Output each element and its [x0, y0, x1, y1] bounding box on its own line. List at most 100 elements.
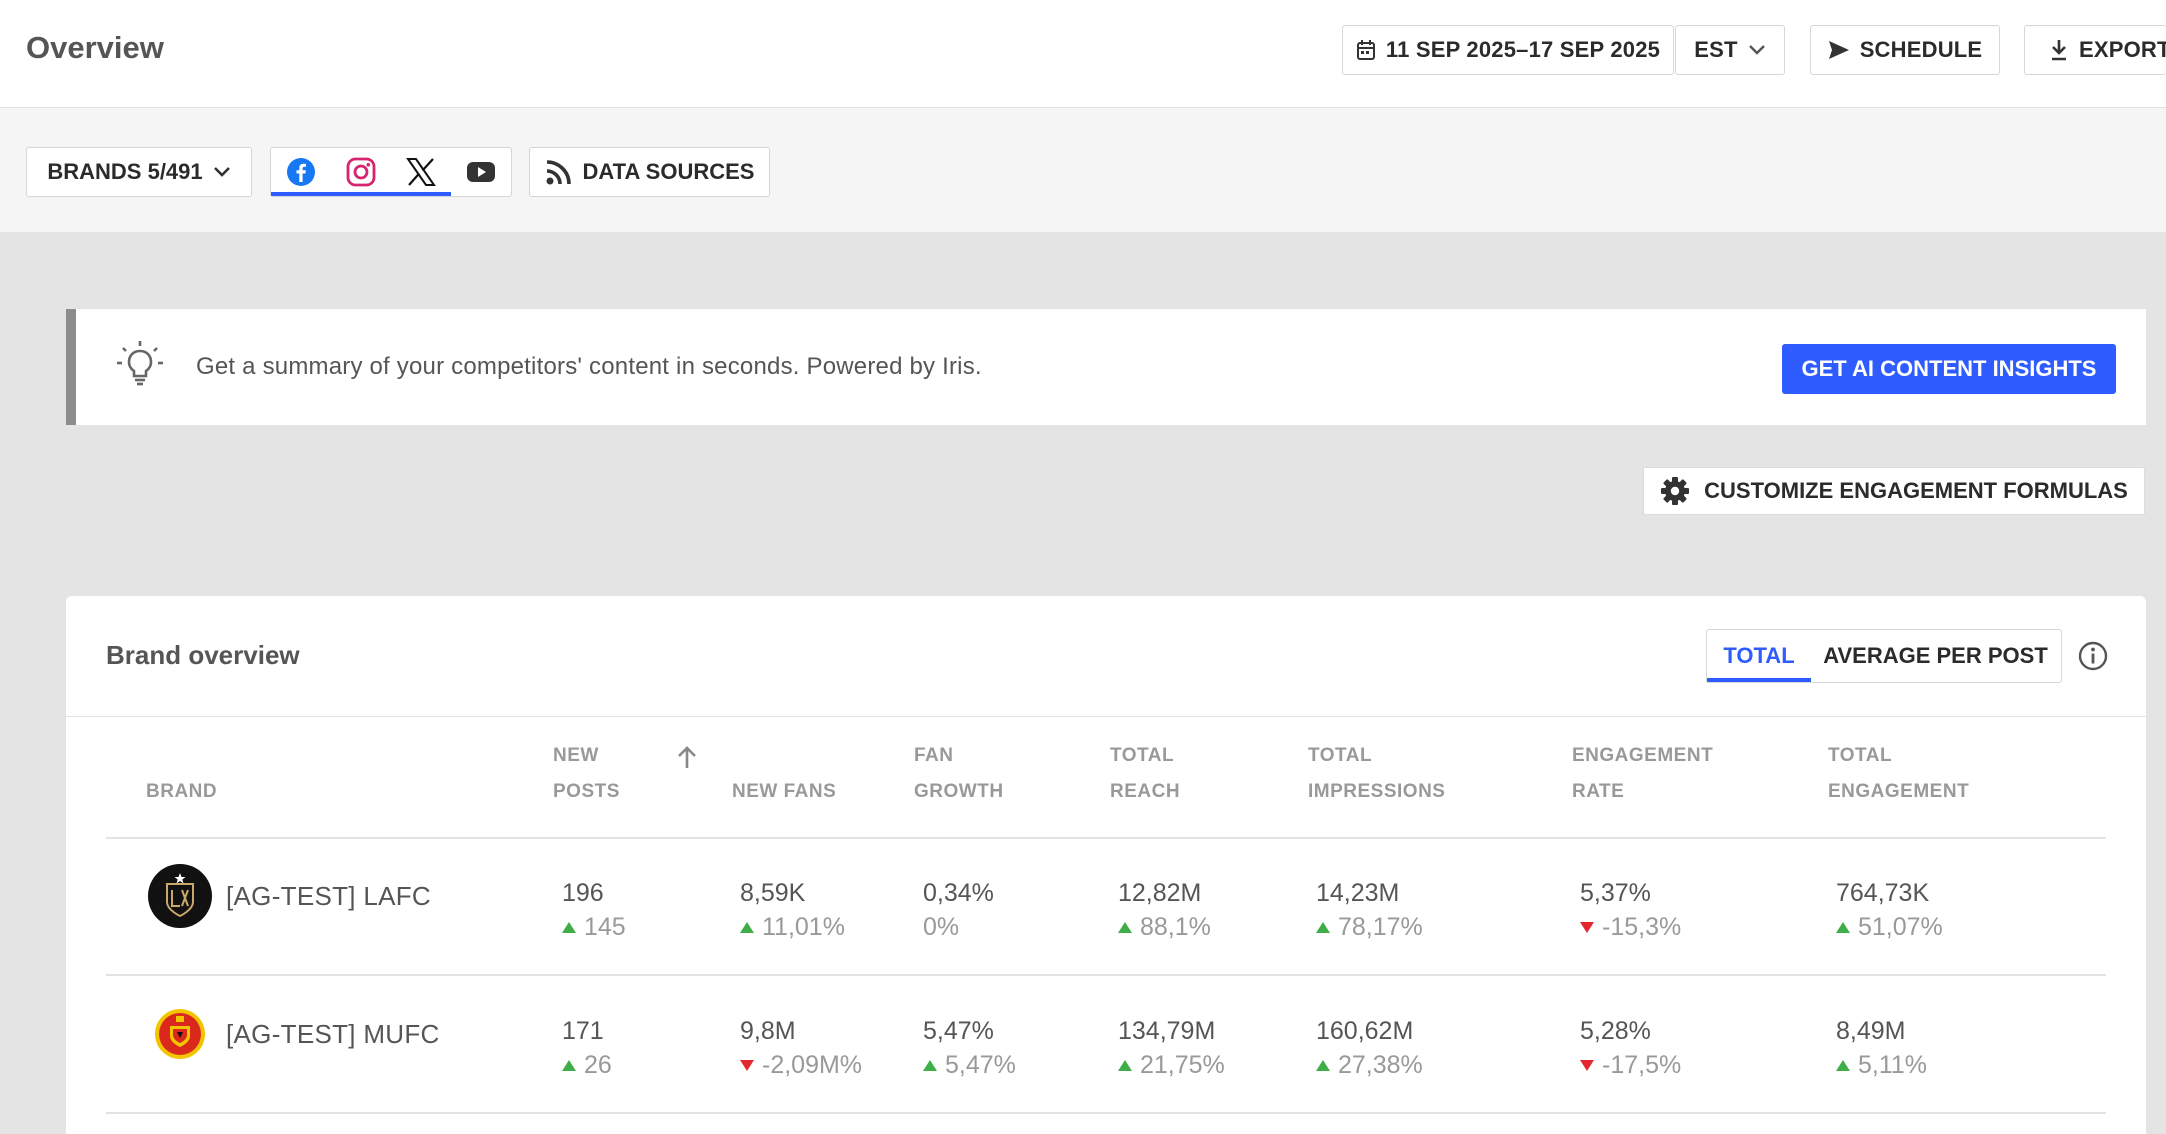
- engagement-rate-cell: 5,28% -17,5%: [1580, 1014, 1681, 1082]
- brand-cell: [AG-TEST] LAFC: [148, 864, 431, 928]
- col-total-impressions-line2[interactable]: IMPRESSIONS: [1308, 774, 1445, 810]
- delta-text: 51,07%: [1858, 913, 1943, 941]
- schedule-button[interactable]: SCHEDULE: [1810, 25, 2000, 75]
- card-header: Brand overview TOTAL AVERAGE PER POST: [66, 596, 2146, 717]
- col-brand[interactable]: BRAND: [146, 774, 217, 810]
- brand-name: [AG-TEST] LAFC: [226, 880, 432, 911]
- download-icon: [2052, 40, 2066, 61]
- new-posts-cell: 171 26: [562, 1014, 612, 1082]
- header-divider: [106, 837, 2106, 839]
- total-engagement-cell: 764,73K 51,07%: [1836, 876, 1943, 944]
- trend-up-icon: [1836, 1059, 1850, 1071]
- delta-text: 145: [584, 913, 626, 941]
- col-total-engagement-line2[interactable]: ENGAGEMENT: [1828, 774, 1969, 810]
- trend-up-icon: [1118, 921, 1132, 933]
- trend-up-icon: [1836, 921, 1850, 933]
- col-total-reach-line2[interactable]: REACH: [1110, 774, 1180, 810]
- delta-text: 26: [584, 1051, 612, 1079]
- delta-text: 5,47%: [945, 1051, 1016, 1079]
- trend-up-icon: [1118, 1059, 1132, 1071]
- new-fans-cell: 8,59K 11,01%: [740, 876, 845, 944]
- delta-text: -15,3%: [1602, 913, 1682, 941]
- trend-up-icon: [1316, 1059, 1330, 1071]
- col-total-reach-line1[interactable]: TOTAL: [1110, 738, 1174, 774]
- total-engagement-delta: 51,07%: [1836, 910, 1943, 944]
- new-fans-delta: 11,01%: [740, 910, 845, 944]
- total-impressions-cell: 160,62M 27,38%: [1316, 1014, 1423, 1082]
- youtube-button[interactable]: [451, 148, 511, 195]
- total-impressions-delta: 78,17%: [1316, 910, 1423, 944]
- col-new-posts-line1[interactable]: NEW: [553, 738, 599, 774]
- calendar-icon: [1356, 40, 1375, 60]
- col-new-fans[interactable]: NEW FANS: [732, 774, 836, 810]
- new-posts-value: 171: [562, 1017, 604, 1045]
- new-fans-value: 9,8M: [740, 1017, 796, 1045]
- new-posts-delta: 26: [562, 1048, 612, 1082]
- col-new-posts-line2[interactable]: POSTS: [553, 774, 620, 810]
- trend-down-icon: [1580, 921, 1594, 933]
- delta-text: -2,09M%: [762, 1051, 863, 1079]
- instagram-icon: [346, 157, 376, 186]
- trend-up-icon: [562, 1059, 576, 1071]
- rss-icon: [546, 160, 571, 185]
- tab-average-per-post[interactable]: AVERAGE PER POST: [1811, 630, 2060, 682]
- x-icon: [406, 157, 436, 186]
- total-impressions-delta: 27,38%: [1316, 1048, 1423, 1082]
- ai-insights-banner: Get a summary of your competitors' conte…: [66, 309, 2146, 425]
- facebook-icon: [287, 157, 315, 186]
- customize-formulas-button[interactable]: CUSTOMIZE ENGAGEMENT FORMULAS: [1643, 467, 2145, 515]
- instagram-button[interactable]: [331, 148, 391, 195]
- date-range-button[interactable]: 11 SEP 2025–17 SEP 2025: [1342, 25, 1674, 75]
- new-posts-value: 196: [562, 879, 604, 907]
- get-ai-insights-button[interactable]: GET AI CONTENT INSIGHTS: [1782, 344, 2116, 394]
- delta-text: 0%: [923, 913, 960, 941]
- trend-up-icon: [1316, 921, 1330, 933]
- total-engagement-cell: 8,49M 5,11%: [1836, 1014, 1927, 1082]
- total-impressions-value: 160,62M: [1316, 1017, 1414, 1045]
- page-title: Overview: [26, 30, 164, 65]
- brand-overview-card: Brand overview TOTAL AVERAGE PER POST BR…: [66, 596, 2146, 1134]
- col-total-impressions-line1[interactable]: TOTAL: [1308, 738, 1372, 774]
- total-engagement-delta: 5,11%: [1836, 1048, 1927, 1082]
- delta-text: 78,17%: [1338, 913, 1423, 941]
- x-button[interactable]: [391, 148, 451, 195]
- send-icon: [1828, 41, 1849, 59]
- new-fans-value: 8,59K: [740, 879, 806, 907]
- chevron-down-icon: [1748, 45, 1765, 55]
- data-sources-button[interactable]: DATA SOURCES: [529, 147, 770, 197]
- new-posts-delta: 145: [562, 910, 626, 944]
- new-fans-delta: -2,09M%: [740, 1048, 862, 1082]
- col-engagement-rate-line1[interactable]: ENGAGEMENT: [1572, 738, 1713, 774]
- total-reach-value: 12,82M: [1118, 879, 1202, 907]
- trend-up-icon: [923, 1059, 937, 1071]
- tab-total[interactable]: TOTAL: [1707, 630, 1811, 682]
- engagement-rate-cell: 5,37% -15,3%: [1580, 876, 1681, 944]
- col-total-engagement-line1[interactable]: TOTAL: [1828, 738, 1892, 774]
- fan-growth-value: 5,47%: [923, 1017, 994, 1045]
- col-engagement-rate-line2[interactable]: RATE: [1572, 774, 1624, 810]
- engagement-rate-delta: -15,3%: [1580, 910, 1681, 944]
- total-reach-delta: 21,75%: [1118, 1048, 1225, 1082]
- chevron-down-icon: [213, 167, 230, 177]
- timezone-select[interactable]: EST: [1675, 25, 1785, 75]
- brand-cell: [AG-TEST] MUFC: [148, 1002, 440, 1066]
- data-sources-label: DATA SOURCES: [582, 159, 755, 184]
- row-divider: [106, 1112, 2106, 1114]
- metric-mode-toggle: TOTAL AVERAGE PER POST: [1706, 629, 2062, 683]
- trend-down-icon: [740, 1059, 754, 1071]
- info-icon[interactable]: [2078, 641, 2108, 671]
- export-button[interactable]: EXPORT: [2024, 25, 2166, 75]
- brand-name: [AG-TEST] MUFC: [226, 1018, 440, 1049]
- trend-up-icon: [740, 921, 754, 933]
- brands-dropdown[interactable]: BRANDS 5/491: [26, 147, 252, 197]
- col-fan-growth-line2[interactable]: GROWTH: [914, 774, 1004, 810]
- sort-ascending-icon[interactable]: [676, 746, 698, 770]
- network-selector: [270, 147, 512, 197]
- trend-down-icon: [1580, 1059, 1594, 1071]
- facebook-button[interactable]: [271, 148, 331, 195]
- new-fans-cell: 9,8M -2,09M%: [740, 1014, 862, 1082]
- card-title: Brand overview: [106, 640, 300, 670]
- col-fan-growth-line1[interactable]: FAN: [914, 738, 954, 774]
- lightbulb-icon: [117, 341, 163, 386]
- trend-up-icon: [562, 921, 576, 933]
